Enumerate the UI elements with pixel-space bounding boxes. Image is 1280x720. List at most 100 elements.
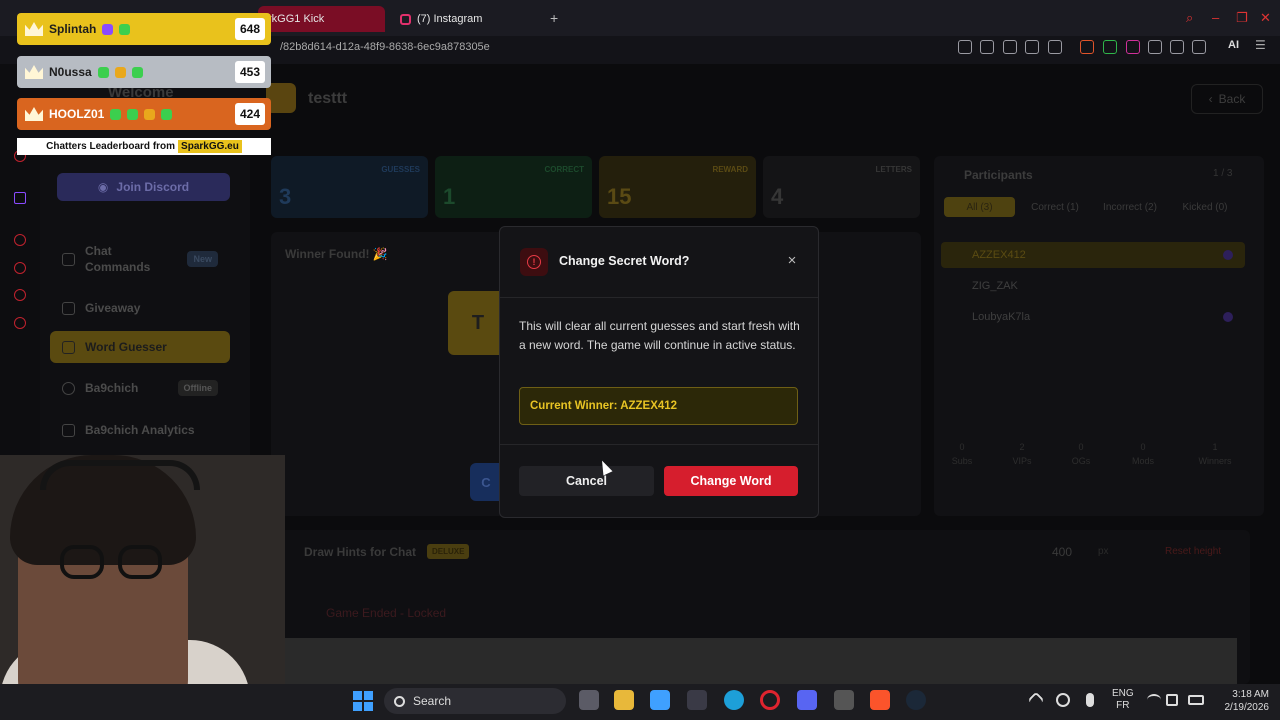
leaderboard-name: Splintah <box>49 22 97 36</box>
locked-status: Game Ended - Locked <box>326 606 447 620</box>
stat-card-guesses: GUESSES 3 <box>271 156 428 218</box>
steam-icon[interactable] <box>906 690 926 710</box>
change-word-button[interactable]: Change Word <box>664 466 798 496</box>
canvas-height-input[interactable]: 400 <box>1052 545 1072 559</box>
extension-green-icon[interactable] <box>1103 40 1117 54</box>
close-window-icon[interactable]: ✕ <box>1260 10 1271 26</box>
leaderboard-footer-text: Chatters Leaderboard from <box>46 141 176 152</box>
participant-stat-subs: 0 Subs <box>937 440 987 468</box>
extensions-icon[interactable] <box>1148 40 1162 54</box>
player-icon[interactable] <box>14 234 26 246</box>
task-view-icon[interactable] <box>579 690 599 710</box>
sidebar-item-giveaway[interactable]: Giveaway <box>50 298 230 318</box>
vip-badge-icon <box>1223 312 1233 322</box>
ai-button[interactable]: AI <box>1228 39 1239 51</box>
store-icon[interactable] <box>650 690 670 710</box>
stat-card-reward: REWARD 15 <box>599 156 756 218</box>
heart-icon[interactable] <box>1048 40 1062 54</box>
cancel-button[interactable]: Cancel <box>519 466 654 496</box>
sidebar-item-label: Giveaway <box>85 301 141 315</box>
close-icon[interactable]: × <box>785 252 799 269</box>
participant-row[interactable]: AZZEX412 <box>941 242 1245 268</box>
winner-found-heading: Winner Found! 🎉 <box>285 247 388 261</box>
wifi-icon[interactable] <box>1147 694 1161 706</box>
tab-kicked[interactable]: Kicked (0) <box>1172 197 1238 217</box>
play-icon[interactable] <box>1025 40 1039 54</box>
microphone-icon[interactable] <box>1086 693 1094 707</box>
extension-fire-icon[interactable] <box>1080 40 1094 54</box>
participants-count: 1 / 3 <box>1213 168 1233 179</box>
app-icon[interactable] <box>687 690 707 710</box>
tab-correct[interactable]: Correct (1) <box>1022 197 1088 217</box>
divider <box>500 444 818 445</box>
settings-gear-icon[interactable] <box>14 317 26 329</box>
join-discord-label: Join Discord <box>116 180 190 194</box>
new-tab-button[interactable]: + <box>550 10 558 26</box>
discord-icon[interactable] <box>797 690 817 710</box>
profile-icon[interactable] <box>1170 40 1184 54</box>
app-tray-icon[interactable] <box>1056 693 1070 707</box>
snapshot-icon[interactable] <box>980 40 994 54</box>
tab-instagram[interactable]: (7) Instagram <box>390 6 540 32</box>
battery-icon[interactable] <box>1188 695 1204 705</box>
chevron-left-icon: ‹ <box>1208 92 1213 106</box>
brave-icon[interactable] <box>870 690 890 710</box>
participant-row[interactable]: LoubyaK7la <box>941 304 1245 330</box>
stat-label: Mods <box>1131 456 1154 466</box>
stat-value: 1 <box>443 184 456 209</box>
back-button[interactable]: ‹ Back <box>1191 84 1263 114</box>
clock[interactable]: 3:18 AM 2/19/2026 <box>1213 688 1270 714</box>
download-icon[interactable] <box>1192 40 1206 54</box>
stat-value: 1 <box>1212 442 1218 452</box>
search-icon <box>394 695 405 707</box>
stat-value: 0 <box>1078 442 1084 452</box>
language-indicator[interactable]: ENG FR <box>1112 688 1134 712</box>
extension-pink-icon[interactable] <box>1126 40 1140 54</box>
join-discord-button[interactable]: ◉ Join Discord <box>57 173 230 201</box>
stat-value: 3 <box>279 184 292 209</box>
px-unit: px <box>1098 546 1109 557</box>
extensions-sidebar-icon[interactable] <box>14 289 26 301</box>
participant-name: AZZEX412 <box>972 249 1026 261</box>
new-game-button[interactable]: C <box>470 463 502 501</box>
pin-icon[interactable] <box>958 40 972 54</box>
taskbar-search[interactable]: Search <box>384 688 566 714</box>
twitch-icon[interactable] <box>14 192 26 204</box>
sidebar-item-chat-commands[interactable]: Chat Commands New <box>50 243 230 275</box>
dialog-message: This will clear all current guesses and … <box>519 319 800 352</box>
participant-stat-mods: 0 Mods <box>1118 440 1168 468</box>
sidebar-item-ba9chich[interactable]: Ba9chich Offline <box>50 378 230 398</box>
drawing-canvas[interactable] <box>285 638 1237 684</box>
tab-kick[interactable]: rkGG1 Kick <box>258 6 385 32</box>
glasses-right <box>118 545 162 579</box>
opera-gx-icon[interactable] <box>760 690 780 710</box>
volume-icon[interactable] <box>1166 694 1178 706</box>
participant-row[interactable]: ZIG_ZAK <box>941 273 1245 299</box>
leaderboard-footer: Chatters Leaderboard from SparkGG.eu <box>17 138 271 155</box>
menu-icon[interactable]: ☰ <box>1255 38 1269 52</box>
history-icon[interactable] <box>14 262 26 274</box>
maximize-icon[interactable]: ❐ <box>1236 10 1248 26</box>
command-icon <box>62 252 75 266</box>
file-explorer-icon[interactable] <box>614 690 634 710</box>
sidebar-item-word-guesser[interactable]: Word Guesser <box>50 331 230 363</box>
badge-icon <box>131 66 143 78</box>
windows-start-icon[interactable] <box>353 691 373 711</box>
shield-icon[interactable] <box>1003 40 1017 54</box>
tab-incorrect[interactable]: Incorrect (2) <box>1094 195 1166 219</box>
new-badge: New <box>187 251 218 267</box>
leaderboard-row: N0ussa 453 <box>17 56 271 88</box>
crown-icon <box>25 22 43 36</box>
tab-all[interactable]: All (3) <box>944 197 1015 217</box>
minimize-icon[interactable]: – <box>1212 10 1219 25</box>
sidebar-item-ba9chich-analytics[interactable]: Ba9chich Analytics <box>50 420 230 440</box>
badge-icon <box>119 23 131 35</box>
stat-label: VIPs <box>1012 456 1032 466</box>
app-icon[interactable] <box>834 690 854 710</box>
edge-icon[interactable] <box>724 690 744 710</box>
reset-height-button[interactable]: Reset height <box>1165 546 1221 557</box>
sidebar-item-label: Word Guesser <box>85 340 167 354</box>
url-text[interactable]: /82b8d614-d12a-48f9-8638-6ec9a878305e <box>280 41 490 53</box>
search-tabs-icon[interactable]: ⌕ <box>1186 10 1193 26</box>
stat-card-letters: LETTERS 4 <box>763 156 920 218</box>
